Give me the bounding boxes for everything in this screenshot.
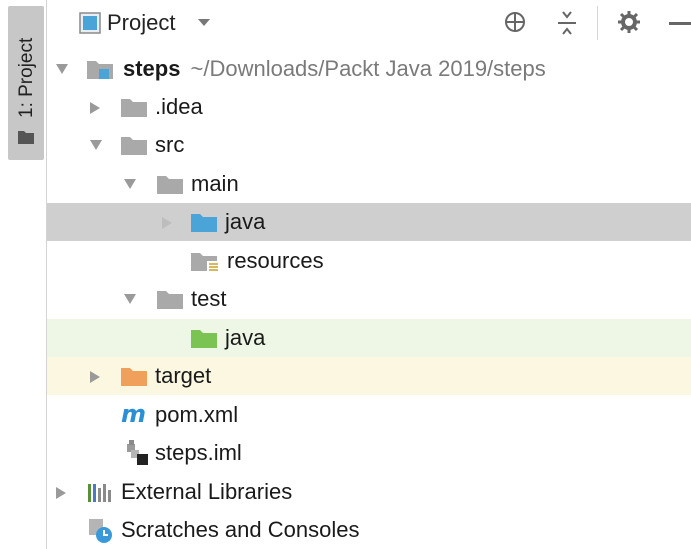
collapsed-arrow-icon[interactable] bbox=[89, 101, 101, 115]
tree-item-label: steps.iml bbox=[155, 440, 242, 465]
expand-arrow-icon[interactable] bbox=[89, 139, 103, 151]
expand-arrow-icon[interactable] bbox=[123, 178, 137, 190]
svg-text:m: m bbox=[121, 402, 146, 426]
test-folder-icon bbox=[191, 330, 217, 348]
tree-item-label: src bbox=[155, 132, 185, 157]
tree-item-scratches[interactable]: Scratches and Consoles bbox=[47, 511, 691, 549]
collapsed-arrow-icon[interactable] bbox=[89, 370, 101, 384]
resources-folder-icon bbox=[191, 253, 219, 273]
scratches-icon bbox=[89, 519, 112, 543]
hide-panel-icon[interactable] bbox=[669, 22, 691, 25]
project-view-icon bbox=[79, 12, 101, 34]
expand-arrow-icon[interactable] bbox=[123, 293, 137, 305]
tree-item-external-libraries[interactable]: External Libraries bbox=[47, 473, 691, 511]
tree-item-iml[interactable]: steps.iml bbox=[47, 434, 691, 472]
folder-icon bbox=[157, 291, 183, 309]
tree-item-main-java[interactable]: java bbox=[47, 203, 691, 241]
tree-item-idea[interactable]: .idea bbox=[47, 88, 691, 126]
tree-item-label: External Libraries bbox=[121, 479, 293, 504]
tree-item-label: steps ~/Downloads/Packt Java 2019/steps bbox=[123, 56, 546, 81]
tree-item-test[interactable]: test bbox=[47, 280, 691, 318]
tree-item-src[interactable]: src bbox=[47, 126, 691, 164]
excluded-folder-icon bbox=[121, 368, 147, 386]
source-folder-icon bbox=[191, 214, 217, 232]
module-file-icon bbox=[127, 440, 148, 465]
collapsed-arrow-icon[interactable] bbox=[55, 486, 67, 500]
folder-icon bbox=[121, 137, 147, 155]
project-tool-tab[interactable]: 1: Project bbox=[8, 6, 44, 160]
tree-item-label: java bbox=[225, 209, 266, 234]
tree-item-label: test bbox=[191, 286, 227, 311]
tree-item-label: main bbox=[191, 171, 239, 196]
folder-icon bbox=[121, 99, 147, 117]
header-divider bbox=[597, 6, 598, 40]
chevron-down-icon[interactable] bbox=[197, 18, 211, 28]
tree-item-label: pom.xml bbox=[155, 402, 239, 427]
tool-window-strip: 1: Project bbox=[0, 0, 47, 549]
tree-item-label: Scratches and Consoles bbox=[121, 517, 360, 542]
view-selector[interactable]: Project bbox=[107, 10, 175, 36]
project-tool-tab-label: 1: Project bbox=[16, 37, 37, 118]
maven-icon: m bbox=[121, 402, 146, 426]
tree-item-target[interactable]: target bbox=[47, 357, 691, 395]
tree-item-pom[interactable]: m pom.xml bbox=[47, 396, 691, 434]
folder-icon bbox=[157, 176, 183, 194]
tree-item-test-java[interactable]: java bbox=[47, 319, 691, 357]
tree-item-main[interactable]: main bbox=[47, 165, 691, 203]
tree-item-label: java bbox=[225, 325, 266, 350]
project-panel-header: Project bbox=[47, 0, 691, 46]
folder-icon bbox=[18, 131, 34, 144]
collapse-all-icon[interactable] bbox=[555, 10, 579, 36]
locate-icon[interactable] bbox=[503, 10, 527, 34]
tree-item-label: resources bbox=[227, 248, 324, 273]
tree-item-label: .idea bbox=[155, 94, 203, 119]
collapsed-arrow-icon[interactable] bbox=[161, 216, 173, 230]
tree-item-label: target bbox=[155, 363, 212, 388]
gear-icon[interactable] bbox=[617, 10, 641, 34]
tree-item-steps[interactable]: steps ~/Downloads/Packt Java 2019/steps bbox=[47, 50, 691, 88]
library-icon bbox=[88, 484, 111, 502]
tree-item-resources[interactable]: resources bbox=[47, 242, 691, 280]
module-folder-icon bbox=[87, 61, 113, 79]
expand-arrow-icon[interactable] bbox=[55, 63, 69, 75]
